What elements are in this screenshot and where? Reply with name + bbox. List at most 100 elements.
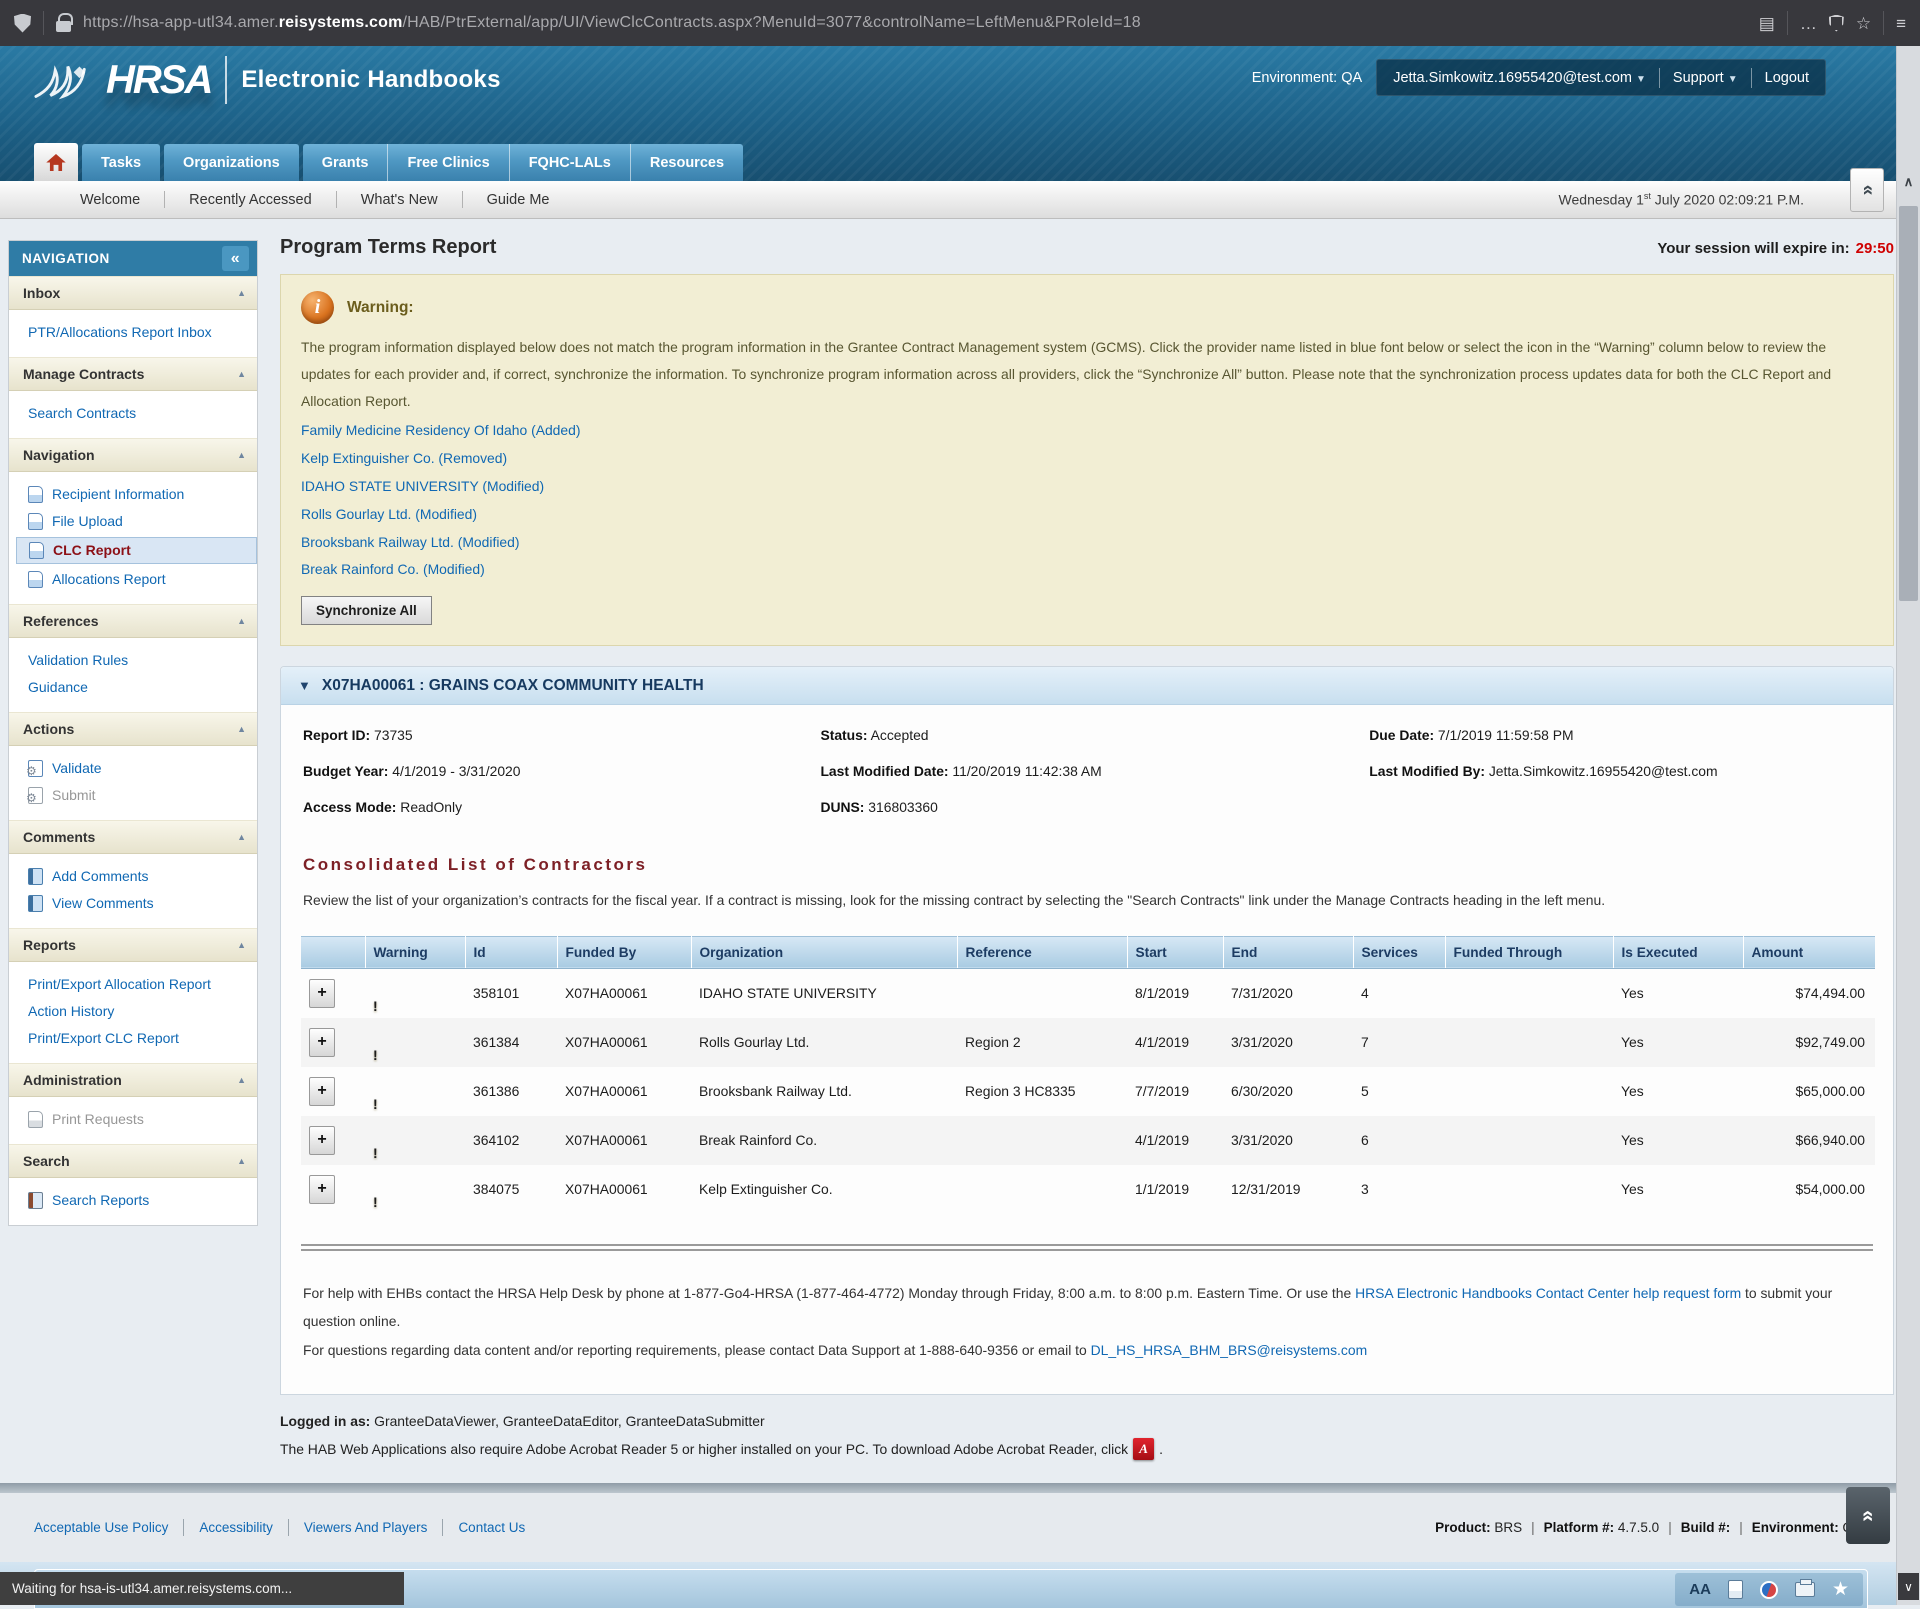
collapse-arrow-icon[interactable]: ▲ xyxy=(237,1156,246,1166)
url-domain: reisystems.com xyxy=(279,14,403,31)
sidebar-item-allocations-report[interactable]: Allocations Report xyxy=(9,566,257,593)
subnav-item-recently-accessed[interactable]: Recently Accessed xyxy=(165,192,336,208)
tab-free-clinics[interactable]: Free Clinics xyxy=(388,144,509,181)
divider xyxy=(301,1244,1873,1251)
sidebar-item-clc-report[interactable]: CLC Report xyxy=(16,537,257,564)
tracking-protection-icon[interactable] xyxy=(14,14,31,33)
favorites-star-icon[interactable]: ★ xyxy=(1832,1580,1849,1599)
footer-link-contact-us[interactable]: Contact Us xyxy=(458,1520,525,1535)
cell-id: 358101 xyxy=(465,968,557,1018)
collapse-arrow-icon[interactable]: ▲ xyxy=(237,724,246,734)
scroll-to-top-button[interactable]: « xyxy=(1846,1487,1890,1544)
sidebar-section-manage-contracts[interactable]: Manage Contracts▲ xyxy=(9,357,257,391)
sidebar-section-navigation[interactable]: Navigation▲ xyxy=(9,438,257,472)
footer-link-acceptable-use-policy[interactable]: Acceptable Use Policy xyxy=(34,1520,168,1535)
sidebar-item-search-reports[interactable]: Search Reports xyxy=(9,1187,257,1214)
reader-icon[interactable] xyxy=(1728,1580,1743,1599)
gear-icon xyxy=(28,760,43,777)
sidebar-item-file-upload[interactable]: File Upload xyxy=(9,508,257,535)
collapse-arrow-icon[interactable]: ▲ xyxy=(237,832,246,842)
grant-section-header[interactable]: ▼ X07HA00061 : GRAINS COAX COMMUNITY HEA… xyxy=(281,667,1893,705)
print-button[interactable] xyxy=(1795,1582,1815,1597)
collapse-arrow-icon[interactable]: ▲ xyxy=(237,288,246,298)
collapse-arrow-icon[interactable]: ▲ xyxy=(237,369,246,379)
expand-row-button[interactable]: + xyxy=(309,979,335,1008)
tab-resources[interactable]: Resources xyxy=(631,144,743,181)
sidebar-section-references[interactable]: References▲ xyxy=(9,604,257,638)
provider-link-kelp-extinguisher-co-removed[interactable]: Kelp Extinguisher Co. (Removed) xyxy=(301,445,507,473)
overflow-menu-icon[interactable]: … xyxy=(1800,15,1817,32)
scrollbar-thumb[interactable] xyxy=(1899,206,1918,601)
sidebar-section-search[interactable]: Search▲ xyxy=(9,1144,257,1178)
provider-link-rolls-gourlay-ltd-modified[interactable]: Rolls Gourlay Ltd. (Modified) xyxy=(301,501,477,529)
sidebar-item-validation-rules[interactable]: Validation Rules xyxy=(9,647,257,674)
page-scrollbar[interactable]: ∧ ∨ xyxy=(1896,46,1920,1605)
sidebar-item-print-export-allocation-report[interactable]: Print/Export Allocation Report xyxy=(9,971,257,998)
sidebar-item-label: Print/Export Allocation Report xyxy=(28,975,211,994)
tab-fqhc-lals[interactable]: FQHC-LALs xyxy=(510,144,631,181)
expand-row-button[interactable]: + xyxy=(309,1028,335,1057)
reader-view-icon[interactable]: ▤ xyxy=(1759,15,1775,32)
expand-row-button[interactable]: + xyxy=(309,1175,335,1204)
protections-shield-icon[interactable] xyxy=(1829,15,1844,32)
sidebar-item-print-requests: Print Requests xyxy=(9,1106,257,1133)
bookmark-star-icon[interactable]: ☆ xyxy=(1856,15,1871,32)
tab-tasks[interactable]: Tasks xyxy=(82,144,160,181)
sidebar-section-inbox[interactable]: Inbox▲ xyxy=(9,276,257,310)
expand-row-button[interactable]: + xyxy=(309,1126,335,1155)
detail-label: Access Mode: xyxy=(303,799,396,815)
subnav-item-welcome[interactable]: Welcome xyxy=(56,192,164,208)
sidebar-item-guidance[interactable]: Guidance xyxy=(9,674,257,701)
scrollbar-down-arrow[interactable]: ∨ xyxy=(1898,1573,1919,1600)
user-menu[interactable]: Jetta.Simkowitz.16955420@test.com ▼ xyxy=(1393,70,1646,86)
subnav-item-guide-me[interactable]: Guide Me xyxy=(463,192,574,208)
sidebar-item-validate[interactable]: Validate xyxy=(9,755,257,782)
expand-row-button[interactable]: + xyxy=(309,1077,335,1106)
sidebar-item-recipient-information[interactable]: Recipient Information xyxy=(9,481,257,508)
text-size-button[interactable]: AA xyxy=(1689,1581,1711,1598)
help-request-form-link[interactable]: HRSA Electronic Handbooks Contact Center… xyxy=(1355,1285,1741,1301)
provider-link-brooksbank-railway-ltd-modified[interactable]: Brooksbank Railway Ltd. (Modified) xyxy=(301,529,520,557)
collapse-header-button[interactable]: « xyxy=(1850,168,1884,212)
sidebar-section-comments[interactable]: Comments▲ xyxy=(9,820,257,854)
sidebar-item-search-contracts[interactable]: Search Contracts xyxy=(9,400,257,427)
synchronize-all-button[interactable]: Synchronize All xyxy=(301,596,432,625)
data-support-email-link[interactable]: DL_HS_HRSA_BHM_BRS@reisystems.com xyxy=(1091,1342,1368,1358)
provider-link-family-medicine-residency-of-idaho-added[interactable]: Family Medicine Residency Of Idaho (Adde… xyxy=(301,417,580,445)
provider-link-idaho-state-university-modified[interactable]: IDAHO STATE UNIVERSITY (Modified) xyxy=(301,473,544,501)
tab-grants[interactable]: Grants xyxy=(303,144,389,181)
collapse-arrow-icon[interactable]: ▲ xyxy=(237,1075,246,1085)
url-bar[interactable]: https://hsa-app-utl34.amer.reisystems.co… xyxy=(83,14,1747,32)
logout-button[interactable]: Logout xyxy=(1765,70,1809,86)
product-label: Product: xyxy=(1435,1520,1494,1535)
footer-link-viewers-and-players[interactable]: Viewers And Players xyxy=(304,1520,428,1535)
column-header-organization: Organization xyxy=(691,936,957,968)
browser-check-icon[interactable] xyxy=(1760,1581,1778,1599)
sidebar-item-view-comments[interactable]: View Comments xyxy=(9,890,257,917)
tab-home[interactable] xyxy=(34,143,78,181)
cell-organization: Kelp Extinguisher Co. xyxy=(691,1165,957,1214)
support-menu[interactable]: Support ▼ xyxy=(1673,70,1738,86)
cell-services: 6 xyxy=(1353,1116,1445,1165)
menu-icon[interactable]: ≡ xyxy=(1896,15,1906,32)
scrollbar-up-arrow[interactable]: ∧ xyxy=(1897,174,1920,190)
collapse-arrow-icon[interactable]: ▲ xyxy=(237,940,246,950)
sidebar-section-administration[interactable]: Administration▲ xyxy=(9,1063,257,1097)
lock-icon[interactable] xyxy=(56,21,71,32)
sidebar-item-print-export-clc-report[interactable]: Print/Export CLC Report xyxy=(9,1025,257,1052)
collapse-arrow-icon[interactable]: ▲ xyxy=(237,616,246,626)
sidebar-item-action-history[interactable]: Action History xyxy=(9,998,257,1025)
collapse-arrow-icon[interactable]: ▲ xyxy=(237,450,246,460)
provider-link-break-rainford-co-modified[interactable]: Break Rainford Co. (Modified) xyxy=(301,556,485,584)
sidebar-collapse-button[interactable]: « xyxy=(222,246,249,271)
sidebar-item-label: Validate xyxy=(52,759,102,778)
tab-organizations[interactable]: Organizations xyxy=(164,144,299,181)
adobe-pdf-icon[interactable]: A xyxy=(1133,1438,1154,1460)
sidebar-item-ptr-allocations-report-inbox[interactable]: PTR/Allocations Report Inbox xyxy=(9,319,257,346)
subnav-item-what-s-new[interactable]: What's New xyxy=(337,192,462,208)
sidebar-item-add-comments[interactable]: Add Comments xyxy=(9,863,257,890)
footer-link-accessibility[interactable]: Accessibility xyxy=(199,1520,273,1535)
sidebar-section-reports[interactable]: Reports▲ xyxy=(9,928,257,962)
sidebar-section-actions[interactable]: Actions▲ xyxy=(9,712,257,746)
report-details: Report ID: 73735Status: AcceptedDue Date… xyxy=(281,705,1893,825)
